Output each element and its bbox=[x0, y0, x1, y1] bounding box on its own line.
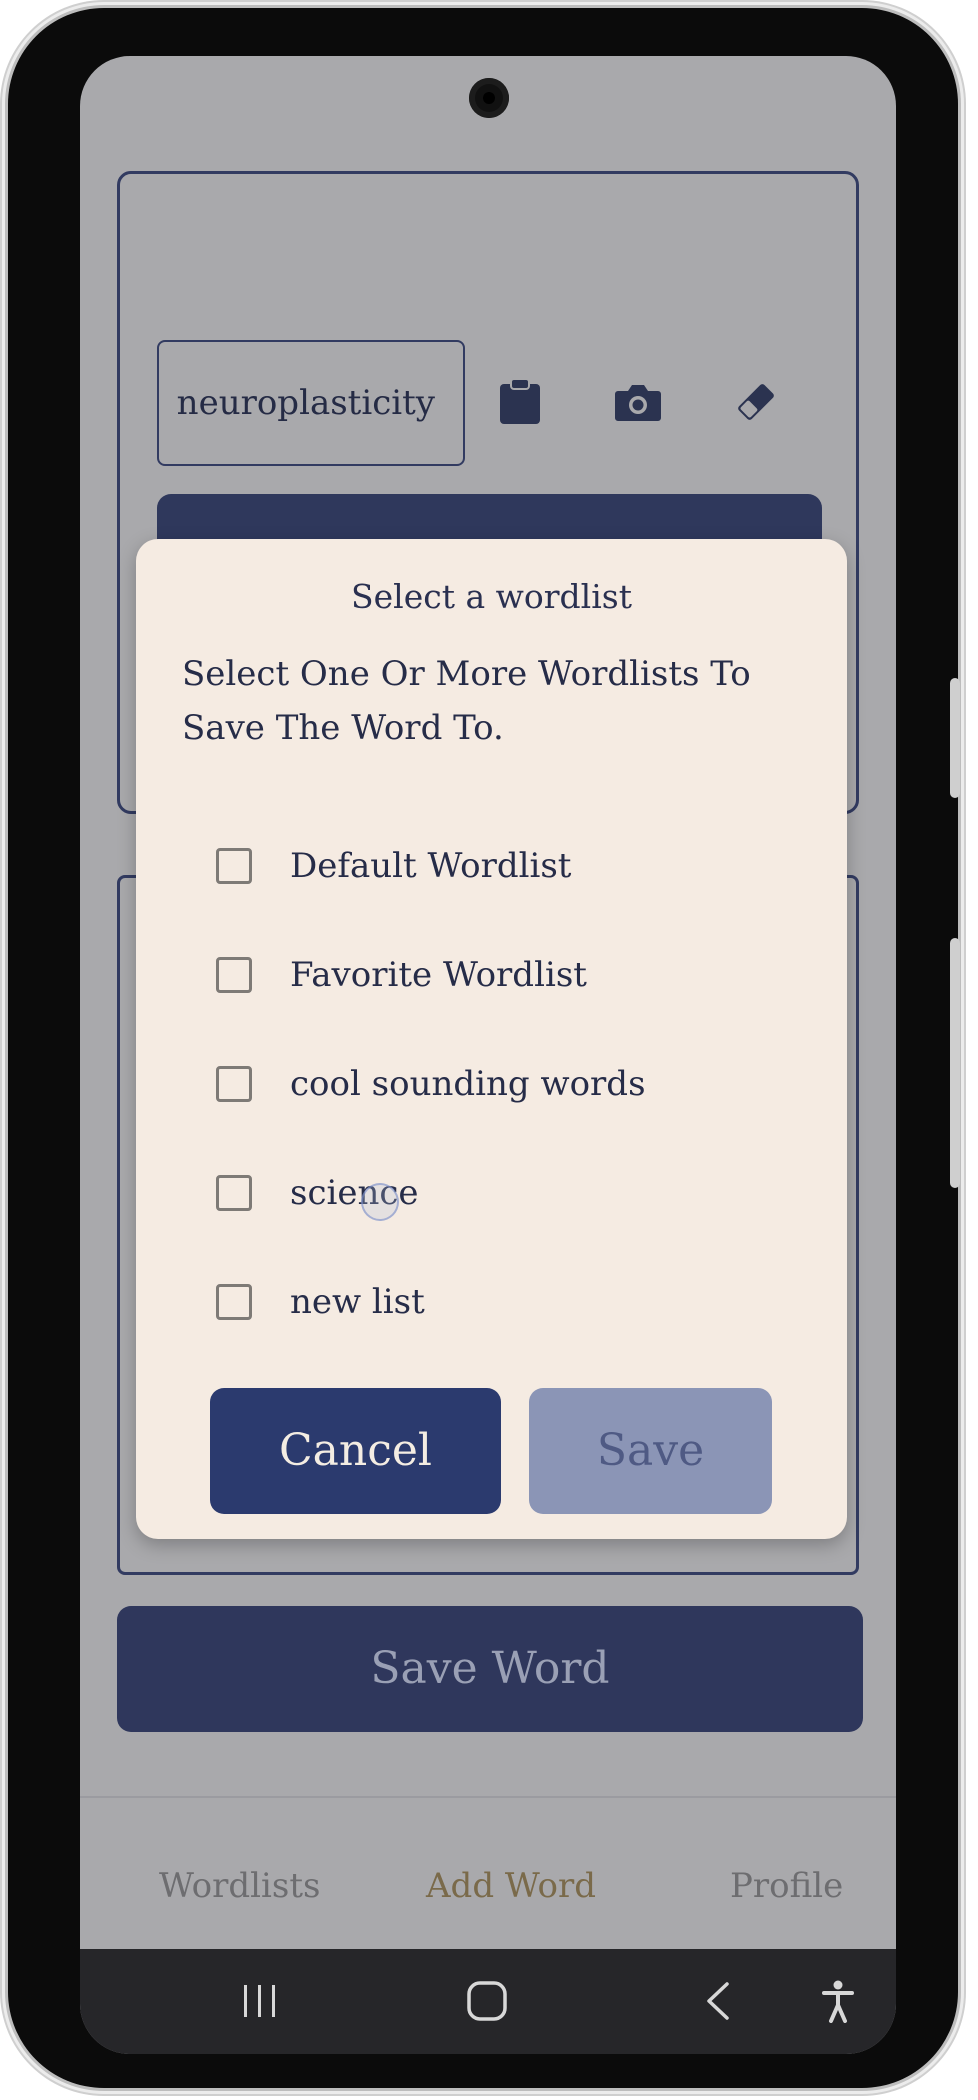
phone-frame: neuroplasticity Save Word Wordlists Add … bbox=[8, 8, 960, 2088]
screen: neuroplasticity Save Word Wordlists Add … bbox=[80, 56, 896, 2054]
tab-wordlists[interactable]: Wordlists bbox=[159, 1866, 320, 1906]
clipboard-icon[interactable] bbox=[492, 374, 548, 430]
option-label: science bbox=[290, 1173, 419, 1213]
bottom-nav-divider bbox=[80, 1796, 896, 1798]
recents-icon[interactable] bbox=[238, 1975, 282, 2027]
select-wordlist-dialog: Select a wordlist Select One Or More Wor… bbox=[136, 539, 847, 1539]
wordlist-option-default[interactable]: Default Wordlist bbox=[216, 836, 776, 896]
camera-icon[interactable] bbox=[610, 374, 666, 430]
save-word-button[interactable]: Save Word bbox=[117, 1606, 863, 1732]
wordlist-option-science[interactable]: science bbox=[216, 1163, 776, 1223]
option-label: new list bbox=[290, 1282, 425, 1322]
system-nav-bar bbox=[80, 1949, 896, 2054]
checkbox[interactable] bbox=[216, 848, 252, 884]
checkbox[interactable] bbox=[216, 1284, 252, 1320]
save-button[interactable]: Save bbox=[529, 1388, 772, 1514]
back-icon[interactable] bbox=[698, 1975, 738, 2027]
front-camera bbox=[469, 78, 509, 118]
option-label: cool sounding words bbox=[290, 1064, 646, 1104]
wordlist-option-favorite[interactable]: Favorite Wordlist bbox=[216, 945, 776, 1005]
eraser-icon[interactable] bbox=[728, 374, 784, 430]
touch-indicator bbox=[361, 1183, 399, 1221]
volume-button bbox=[950, 678, 960, 798]
dialog-title: Select a wordlist bbox=[351, 577, 632, 616]
checkbox[interactable] bbox=[216, 1175, 252, 1211]
option-label: Favorite Wordlist bbox=[290, 955, 587, 995]
word-input-value: neuroplasticity bbox=[176, 383, 435, 423]
cancel-button[interactable]: Cancel bbox=[210, 1388, 501, 1514]
option-label: Default Wordlist bbox=[290, 846, 572, 886]
accessibility-icon[interactable] bbox=[818, 1975, 858, 2027]
dialog-description: Select One Or More Wordlists To Save The… bbox=[182, 654, 751, 748]
checkbox[interactable] bbox=[216, 1066, 252, 1102]
wordlist-option-cool-sounding[interactable]: cool sounding words bbox=[216, 1054, 776, 1114]
home-icon[interactable] bbox=[465, 1975, 509, 2027]
checkbox[interactable] bbox=[216, 957, 252, 993]
word-input[interactable]: neuroplasticity bbox=[157, 340, 465, 466]
tab-add-word[interactable]: Add Word bbox=[426, 1866, 596, 1906]
tab-profile[interactable]: Profile bbox=[730, 1866, 843, 1906]
wordlist-option-new-list[interactable]: new list bbox=[216, 1272, 776, 1332]
power-button bbox=[950, 938, 960, 1188]
